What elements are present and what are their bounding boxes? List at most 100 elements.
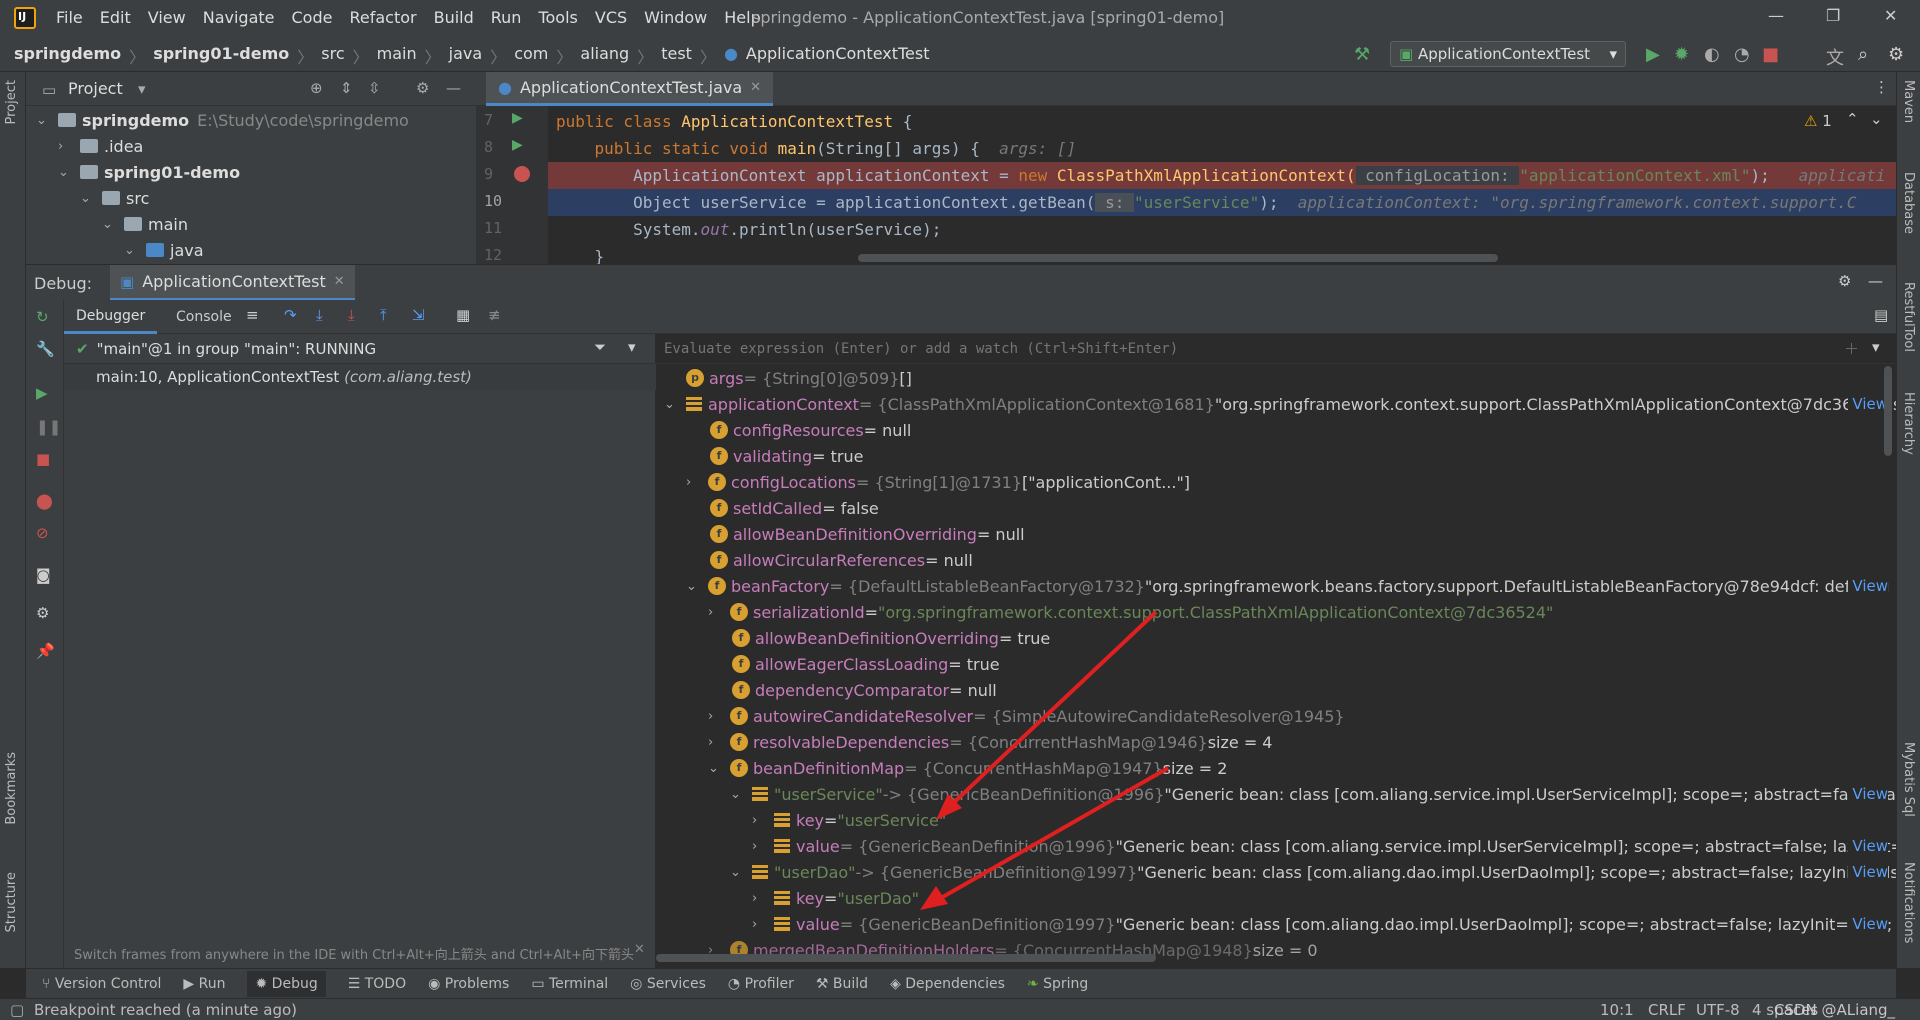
settings-gear-icon[interactable]: ⚙	[1838, 272, 1851, 290]
layout-icon[interactable]: ▤	[1874, 306, 1888, 324]
tab-version-control[interactable]: ⑂ Version Control	[42, 976, 161, 992]
force-step-into-icon[interactable]: ⤓	[348, 306, 355, 324]
tab-todo[interactable]: ☰ TODO	[348, 976, 406, 992]
view-breakpoints-icon[interactable]: ⬤	[36, 492, 53, 510]
tab-problems[interactable]: ◉ Problems	[428, 976, 509, 992]
translate-icon[interactable]: 文	[1826, 44, 1844, 70]
crumb-java[interactable]: java	[449, 44, 483, 68]
tab-run[interactable]: ▶ Run	[183, 976, 225, 992]
database-tool-button[interactable]: Database	[1901, 172, 1916, 234]
close-icon[interactable]: ✕	[1884, 6, 1897, 25]
close-hint-icon[interactable]: ✕	[634, 942, 645, 957]
project-panel-title[interactable]: Project	[68, 79, 123, 98]
locate-file-icon[interactable]: ⊕	[310, 79, 323, 97]
caret-position[interactable]: 10:1	[1600, 1001, 1634, 1019]
status-message[interactable]: Breakpoint reached (a minute ago)	[34, 1001, 297, 1019]
menu-file[interactable]: File	[56, 8, 83, 27]
menu-build[interactable]: Build	[434, 8, 474, 27]
menu-run[interactable]: Run	[491, 8, 522, 27]
notifications-tool-button[interactable]: Notifications	[1901, 862, 1916, 943]
crumb-src[interactable]: src	[321, 44, 344, 68]
collapse-all-icon[interactable]: ⇳	[368, 79, 381, 97]
code-editor[interactable]: public class ApplicationContextTest { pu…	[548, 106, 1896, 264]
run-icon[interactable]: ▶	[1646, 44, 1660, 65]
wrench-icon[interactable]: 🔧	[36, 340, 55, 358]
project-tool-button[interactable]: Project	[4, 80, 19, 124]
camera-icon[interactable]: ◙	[36, 566, 51, 584]
warning-icon[interactable]: ⚠ 1	[1804, 112, 1832, 130]
step-out-icon[interactable]: ⤒	[380, 306, 387, 324]
stop-icon[interactable]: ■	[1762, 44, 1779, 65]
tree-item-java[interactable]: ⌄ java	[124, 237, 204, 263]
breakpoint-icon[interactable]	[514, 166, 530, 182]
hide-panel-icon[interactable]: —	[1868, 272, 1883, 290]
settings-gear-icon[interactable]: ⚙	[36, 604, 49, 622]
status-square-icon[interactable]: ▢	[10, 1001, 24, 1019]
tab-profiler[interactable]: ◔ Profiler	[728, 976, 794, 992]
crumb-test[interactable]: test	[661, 44, 692, 68]
tree-item-root[interactable]: ⌄ springdemo E:\Study\code\springdemo	[36, 107, 409, 133]
pause-icon[interactable]: ❚❚	[36, 418, 61, 436]
resume-icon[interactable]: ▶	[36, 384, 48, 402]
tab-console[interactable]: Console	[164, 300, 244, 334]
coverage-icon[interactable]: ◐	[1704, 44, 1720, 65]
stop-icon[interactable]: ■	[36, 450, 50, 468]
more-options-icon[interactable]: ⋮	[1874, 78, 1889, 96]
evaluate-table-icon[interactable]: ▦	[456, 306, 470, 324]
menu-navigate[interactable]: Navigate	[203, 8, 275, 27]
close-tab-icon[interactable]: ✕	[750, 80, 761, 95]
menu-lines-icon[interactable]: ≡	[246, 306, 259, 324]
tab-services[interactable]: ◎ Services	[630, 976, 706, 992]
debug-bug-icon[interactable]: ✹	[1674, 44, 1689, 65]
menu-refactor[interactable]: Refactor	[349, 8, 416, 27]
step-over-icon[interactable]: ↷	[284, 306, 297, 324]
minimize-icon[interactable]: —	[1768, 6, 1784, 25]
crumb-aliang[interactable]: aliang	[580, 44, 629, 68]
settings-gear-icon[interactable]: ⚙	[1888, 44, 1904, 65]
horizontal-scrollbar[interactable]	[858, 254, 1498, 262]
tree-item-idea[interactable]: › .idea	[58, 133, 143, 159]
tab-spring[interactable]: ❧ Spring	[1027, 976, 1088, 992]
search-icon[interactable]: ⌕	[1858, 44, 1868, 65]
rerun-icon[interactable]: ↻	[36, 308, 49, 326]
bookmarks-tool-button[interactable]: Bookmarks	[4, 752, 19, 825]
tree-item-main[interactable]: ⌄ main	[102, 211, 188, 237]
menu-tools[interactable]: Tools	[538, 8, 577, 27]
maven-tool-button[interactable]: Maven	[1901, 80, 1916, 123]
crumb-class[interactable]: ApplicationContextTest	[746, 44, 930, 68]
tab-dependencies[interactable]: ◈ Dependencies	[890, 976, 1005, 992]
file-encoding[interactable]: UTF-8	[1696, 1001, 1740, 1019]
crumb-com[interactable]: com	[514, 44, 548, 68]
run-configuration-select[interactable]: ▣ ApplicationContextTest ▾	[1390, 41, 1626, 67]
run-gutter-icon[interactable]: ▶	[512, 110, 523, 126]
tree-item-src[interactable]: ⌄ src	[80, 185, 149, 211]
menu-window[interactable]: Window	[644, 8, 707, 27]
debug-session-tab[interactable]: ▣ ApplicationContextTest ✕	[110, 265, 355, 301]
restore-icon[interactable]: ❐	[1826, 6, 1840, 25]
crumb-module[interactable]: spring01-demo	[153, 44, 289, 68]
chevron-down-icon[interactable]: ▾	[138, 80, 146, 98]
structure-tool-button[interactable]: Structure	[4, 872, 19, 932]
step-into-icon[interactable]: ⤓	[316, 306, 323, 324]
tab-build[interactable]: ⚒ Build	[816, 976, 868, 992]
previous-highlight-icon[interactable]: ⌃	[1846, 110, 1859, 128]
crumb-main[interactable]: main	[377, 44, 417, 68]
chevron-down-icon[interactable]: ▾	[628, 338, 636, 356]
editor-tab-active[interactable]: ● ApplicationContextTest.java ✕	[486, 72, 774, 106]
close-tab-icon[interactable]: ✕	[334, 274, 345, 289]
trace-icon[interactable]: ≢	[488, 306, 501, 324]
menu-edit[interactable]: Edit	[100, 8, 131, 27]
restfultool-tool-button[interactable]: RestfulTool	[1901, 282, 1916, 352]
menu-code[interactable]: Code	[292, 8, 333, 27]
menu-view[interactable]: View	[148, 8, 186, 27]
run-gutter-icon[interactable]: ▶	[512, 137, 523, 153]
tab-debug[interactable]: ✹ Debug	[247, 970, 326, 997]
options-gear-icon[interactable]: ⚙	[416, 79, 429, 97]
hierarchy-tool-button[interactable]: Hierarchy	[1901, 392, 1916, 455]
profiler-icon[interactable]: ◔	[1734, 44, 1750, 65]
tab-terminal[interactable]: ▭ Terminal	[531, 976, 608, 992]
build-hammer-icon[interactable]: ⚒	[1354, 44, 1370, 65]
thread-selector[interactable]: ✔ "main"@1 in group "main": RUNNING ⏷ ▾	[64, 334, 656, 364]
line-separator[interactable]: CRLF	[1648, 1001, 1686, 1019]
run-to-cursor-icon[interactable]: ⇲	[412, 306, 425, 324]
